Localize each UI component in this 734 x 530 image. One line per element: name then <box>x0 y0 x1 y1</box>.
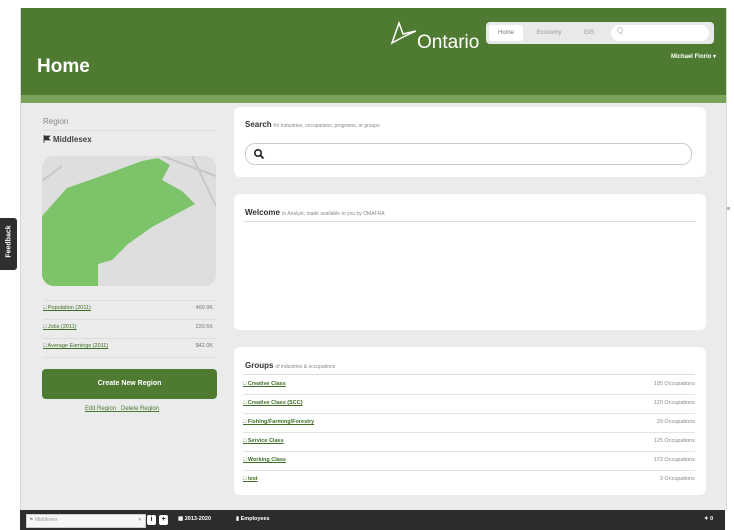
group-name: □ Service Class <box>243 438 284 444</box>
wrench-icon: ✦ <box>704 516 709 522</box>
group-name-text: Creative Class <box>247 381 286 387</box>
group-count: 125 Occupations <box>653 438 695 444</box>
bottom-toolbar: ⚑ Middlesex ▾ i + ▦ 2013-2020 ▮ Employee… <box>20 510 725 530</box>
header-bar: Home Ontario Home Economy GIS Q Michael … <box>21 8 726 95</box>
divider <box>244 221 696 222</box>
card-title-text: Welcome <box>245 208 280 217</box>
search-input[interactable] <box>245 143 692 165</box>
stat-value: $42.0K <box>195 343 213 349</box>
group-name: □ Fishing/Farming/Forestry <box>243 419 315 425</box>
group-count: 29 Occupations <box>656 419 695 425</box>
region-map-shape <box>42 156 216 286</box>
metric-text: Employees <box>240 516 270 522</box>
year-range-text: 2013-2020 <box>184 516 212 522</box>
welcome-card-title: Welcome to Analyst, made available to you… <box>245 208 385 217</box>
bar-chart-icon: ▮ <box>236 516 240 522</box>
list-item[interactable]: □ Creative Class (SCC) 120 Occupations <box>243 394 695 414</box>
metric-selector[interactable]: ▮ Employees <box>236 516 270 522</box>
group-count: 172 Occupations <box>653 457 695 463</box>
group-name: □ Creative Class (SCC) <box>243 400 303 406</box>
groups-card-title: Groups of industries & occupations <box>245 361 335 370</box>
group-name: □ test <box>243 476 258 482</box>
group-name: □ Creative Class <box>243 381 286 387</box>
stat-label: Jobs (2011) <box>47 324 77 330</box>
list-item[interactable]: □ test 3 Occupations <box>243 470 695 489</box>
divider <box>43 130 216 131</box>
stat-value: 460.9K <box>195 305 213 311</box>
delete-region-link[interactable]: Delete Region <box>121 406 159 412</box>
group-name-text: Fishing/Farming/Forestry <box>247 419 315 425</box>
tools-count: 0 <box>710 516 714 522</box>
group-count: 120 Occupations <box>653 400 695 406</box>
group-name: □ Working Class <box>243 457 286 463</box>
divider <box>43 357 216 358</box>
region-name-text: Middlesex <box>53 135 92 144</box>
logo-text: Ontario <box>417 32 480 53</box>
region-label: Region <box>43 117 69 126</box>
nav-gis[interactable]: GIS <box>574 25 604 41</box>
group-count: 3 Occupations <box>659 476 695 482</box>
region-name: Middlesex <box>43 135 92 144</box>
stat-jobs[interactable]: □ Jobs (2011) 220.5K <box>43 324 213 336</box>
chevron-down-icon: ▾ <box>138 517 141 523</box>
tools-button[interactable]: ✦ 0 <box>704 516 713 522</box>
flag-icon: ⚑ <box>29 517 34 523</box>
group-count: 195 Occupations <box>653 381 695 387</box>
group-name-text: Creative Class (SCC) <box>247 400 303 406</box>
feedback-label: Feedback <box>5 225 13 258</box>
list-item[interactable]: □ Working Class 172 Occupations <box>243 451 695 471</box>
divider <box>43 338 216 339</box>
group-name-text: Service Class <box>247 438 284 444</box>
top-nav: Home Economy GIS Q <box>486 22 714 44</box>
header-accent-strip <box>21 95 726 103</box>
list-item[interactable]: □ Creative Class 195 Occupations <box>243 375 695 395</box>
stat-value: 220.5K <box>195 324 213 330</box>
scroll-marker <box>727 207 730 210</box>
stat-label: Population (2011) <box>47 305 91 311</box>
search-icon: Q <box>617 26 624 35</box>
stat-label: Average Earnings (2011) <box>47 343 109 349</box>
add-button[interactable]: + <box>159 515 168 525</box>
card-title-text: Search <box>245 120 272 129</box>
groups-card: Groups of industries & occupations □ Crea… <box>234 347 706 495</box>
region-links: Edit Region Delete Region <box>85 406 159 412</box>
card-subtitle: of industries & occupations <box>275 364 336 370</box>
ontario-logo[interactable]: Ontario <box>389 18 487 56</box>
search-card: Search for industries, occupations, progr… <box>234 107 706 177</box>
list-item[interactable]: □ Service Class 125 Occupations <box>243 432 695 452</box>
create-region-button[interactable]: Create New Region <box>42 369 217 399</box>
nav-search-input[interactable]: Q <box>611 25 709 41</box>
trillium-icon <box>390 20 417 45</box>
flag-icon <box>43 135 51 143</box>
year-range[interactable]: ▦ 2013-2020 <box>178 516 211 522</box>
user-menu[interactable]: Michael Florio ▾ <box>671 53 716 60</box>
calendar-icon: ▦ <box>178 516 184 522</box>
page-title: Home <box>37 56 90 77</box>
list-item[interactable]: □ Fishing/Farming/Forestry 29 Occupations <box>243 413 695 433</box>
feedback-tab[interactable]: Feedback <box>0 218 17 270</box>
card-subtitle: for industries, occupations, programs, o… <box>273 123 380 129</box>
nav-home[interactable]: Home <box>489 25 523 41</box>
group-name-text: Working Class <box>247 457 286 463</box>
edit-region-link[interactable]: Edit Region <box>85 406 116 412</box>
info-button[interactable]: i <box>147 515 156 525</box>
stat-earnings[interactable]: □ Average Earnings (2011) $42.0K <box>43 343 213 355</box>
nav-economy[interactable]: Economy <box>526 25 572 41</box>
region-select-value: Middlesex <box>35 517 58 523</box>
region-map[interactable] <box>42 156 216 286</box>
card-title-text: Groups <box>245 361 274 370</box>
stat-population[interactable]: □ Population (2011) 460.9K <box>43 305 213 317</box>
card-subtitle: to Analyst, made available to you by OMA… <box>281 211 385 217</box>
region-select[interactable]: ⚑ Middlesex ▾ <box>26 514 146 528</box>
divider <box>43 319 216 320</box>
welcome-card: Welcome to Analyst, made available to you… <box>234 194 706 330</box>
search-card-title: Search for industries, occupations, progr… <box>245 120 380 129</box>
divider <box>43 300 216 301</box>
group-name-text: test <box>247 476 258 482</box>
search-icon <box>253 148 265 160</box>
